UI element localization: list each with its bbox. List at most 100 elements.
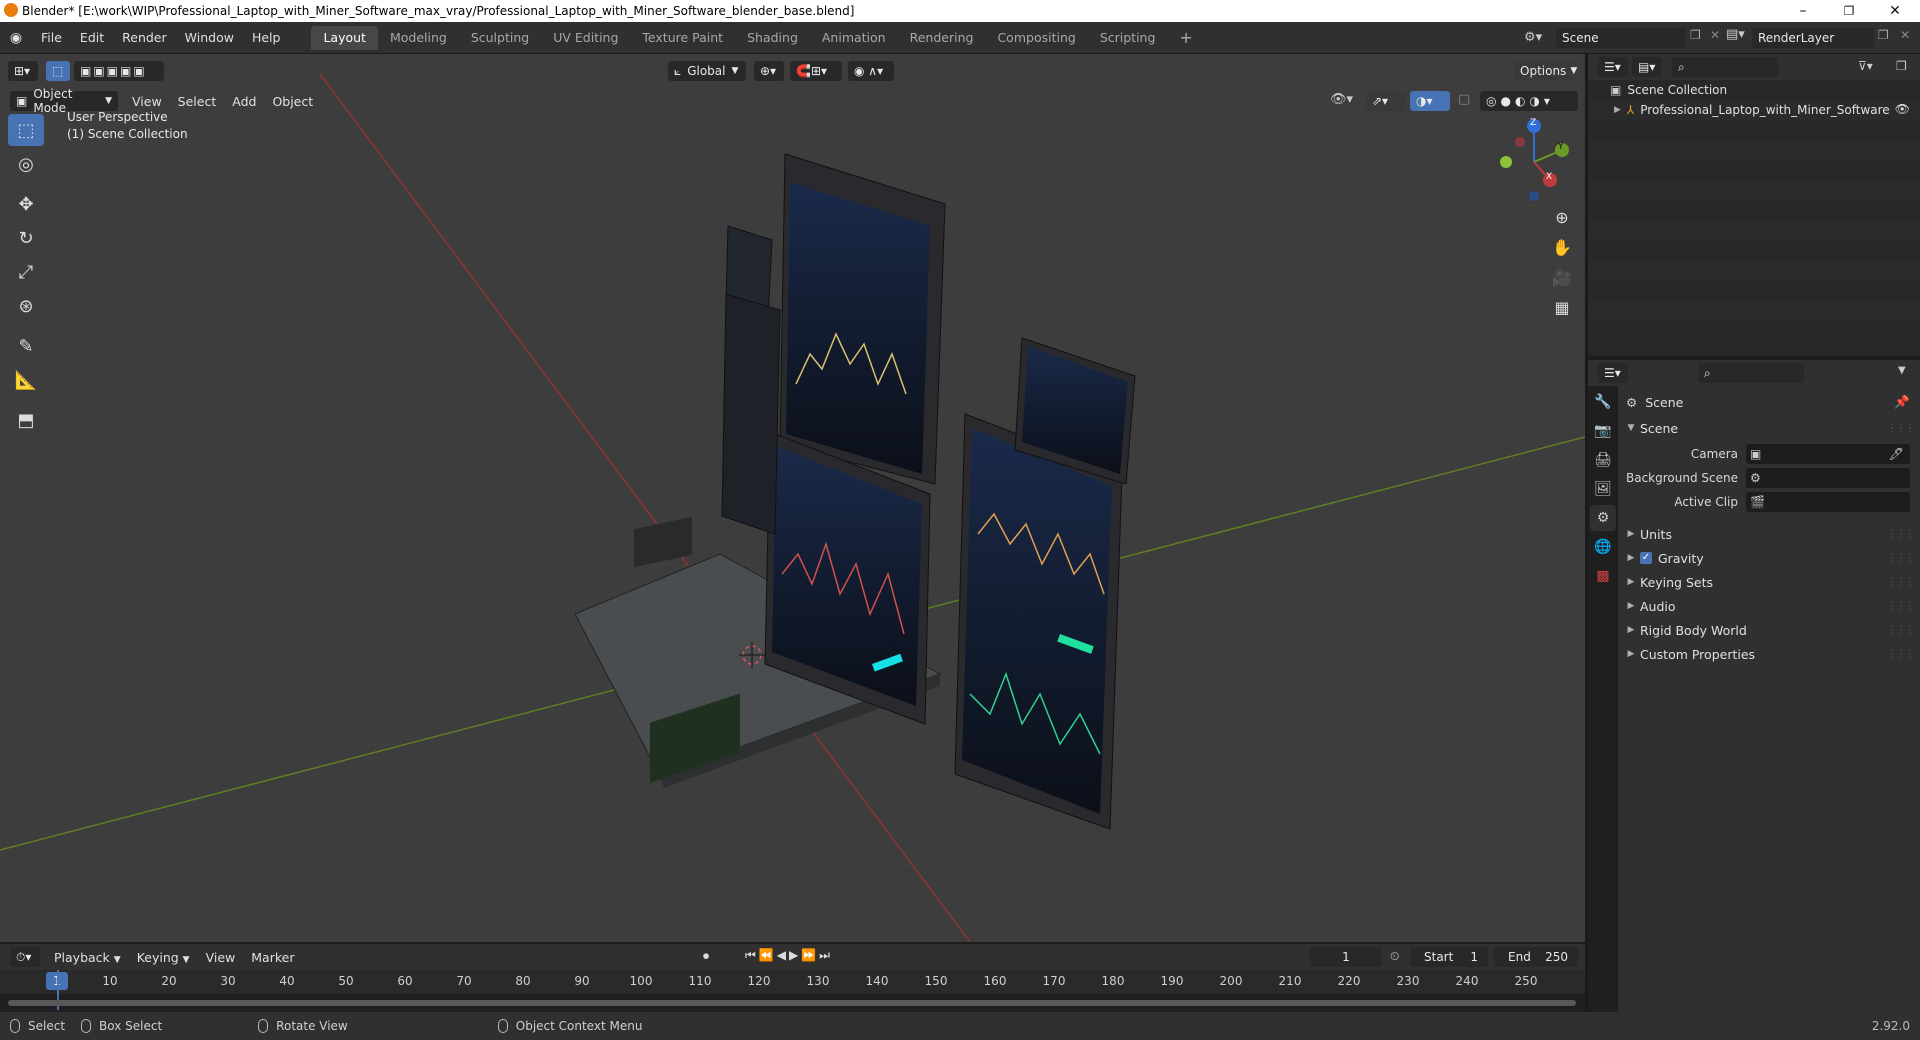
drag-handle-icon[interactable]: ⋮⋮⋮ [1887,649,1915,660]
ortho-grid-icon[interactable]: ▦ [1548,294,1576,322]
add-workspace-button[interactable]: + [1167,26,1204,50]
camera-field[interactable]: ▣ 🖊 [1746,444,1910,464]
camera-view-icon[interactable]: 🎥 [1548,264,1576,292]
menu-edit[interactable]: Edit [71,30,113,45]
visibility-dropdown-icon[interactable]: 👁▾ [1330,92,1353,107]
eye-visibility-icon[interactable]: 👁 [1895,102,1910,116]
scene-panel-header[interactable]: ▼ Scene ⋮⋮⋮ [1618,416,1920,440]
editor-type-button[interactable]: ⊞▾ [8,61,38,81]
render-tab-icon[interactable]: 📷 [1590,418,1616,444]
tab-uv-editing[interactable]: UV Editing [541,26,630,50]
tab-texture-paint[interactable]: Texture Paint [630,26,735,50]
pin-icon[interactable]: 📌 [1894,394,1910,410]
add-cube-tool-icon[interactable]: ⬒ [8,404,44,436]
tab-sculpting[interactable]: Sculpting [459,26,541,50]
drag-handle-icon[interactable]: ⋮⋮⋮ [1887,423,1915,434]
tab-layout[interactable]: Layout [311,25,378,50]
tab-modeling[interactable]: Modeling [378,26,459,50]
scene-name-field[interactable]: Scene [1556,28,1686,48]
tab-shading[interactable]: Shading [735,26,810,50]
menu-file[interactable]: File [32,30,71,45]
selection-mode-buttons[interactable]: ▣▣▣▣▣ [74,61,164,81]
annotate-tool-icon[interactable]: ✎ [8,330,44,362]
properties-editor-type-button[interactable]: ☰▾ [1598,363,1628,383]
end-frame-field[interactable]: End 250 [1494,947,1578,967]
renderlayer-browse-icon[interactable]: ▤▾ [1726,27,1745,42]
viewport-menu-object[interactable]: Object [264,94,321,109]
menu-help[interactable]: Help [243,30,290,45]
rotate-tool-icon[interactable]: ↻ [8,222,44,254]
drag-handle-icon[interactable]: ⋮⋮⋮ [1887,625,1915,636]
gravity-panel-header[interactable]: ▶ ✓ Gravity ⋮⋮⋮ [1618,546,1920,570]
expand-triangle-icon[interactable]: ▶ [1614,105,1621,115]
tab-compositing[interactable]: Compositing [985,26,1087,50]
timeline-menu-marker[interactable]: Marker [243,950,302,965]
cursor-tool-icon[interactable]: ◎ [8,148,44,180]
gravity-checkbox[interactable]: ✓ [1640,552,1652,564]
eyedropper-icon[interactable]: 🖊 [1889,447,1904,461]
viewport-menu-select[interactable]: Select [170,94,225,109]
scene-browse-icon[interactable]: ⚙▾ [1524,27,1554,49]
close-button[interactable]: ✕ [1872,0,1918,22]
renderlayer-name-field[interactable]: RenderLayer [1752,28,1874,48]
background-scene-field[interactable]: ⚙ [1746,468,1910,488]
viewport-menu-add[interactable]: Add [224,94,264,109]
new-scene-icon[interactable]: ❐ [1690,28,1701,42]
timeline-editor-type-button[interactable]: ⏱▾ [10,947,40,967]
timeline-track[interactable] [0,970,1585,1012]
shading-mode-buttons[interactable]: ◎●◐◑▾ [1480,91,1578,111]
viewport-menu-view[interactable]: View [124,94,170,109]
options-dropdown[interactable]: Options ▼ [1514,61,1577,81]
tab-animation[interactable]: Animation [810,26,898,50]
select-tool-button[interactable]: ⬚ [46,61,70,81]
3d-viewport[interactable]: ⊞▾ ⬚ ▣▣▣▣▣ ⟀ Global ▼ ⊕▾ 🧲⊞▾ ◉ ∧▾ Option… [0,54,1585,942]
menu-window[interactable]: Window [176,30,243,45]
transform-tool-icon[interactable]: ⊛ [8,290,44,322]
display-mode-button[interactable]: ▤▾ [1632,57,1662,77]
outliner-search-input[interactable]: ⌕ [1672,57,1778,77]
drag-handle-icon[interactable]: ⋮⋮⋮ [1887,553,1915,564]
current-frame-field[interactable]: 1 [1310,947,1382,967]
start-frame-field[interactable]: Start 1 [1410,947,1488,967]
zoom-icon[interactable]: ⊕ [1548,204,1576,232]
outliner-scene-collection-row[interactable]: ▣ Scene Collection [1588,80,1920,100]
outliner-editor-type-button[interactable]: ☰▾ [1598,57,1628,77]
units-panel-header[interactable]: ▶ Units ⋮⋮⋮ [1618,522,1920,546]
filter-icon[interactable]: ⊽▾ [1858,59,1873,73]
menu-render[interactable]: Render [113,30,176,45]
xray-toggle-icon[interactable]: ▢ [1458,92,1470,107]
timeline-menu-view[interactable]: View [198,950,244,965]
pan-hand-icon[interactable]: ✋ [1548,234,1576,262]
transform-orientation-dropdown[interactable]: ⟀ Global ▼ [668,61,746,81]
minimize-button[interactable]: – [1780,0,1826,22]
timeline-menu-playback[interactable]: Playback ▼ [46,950,129,965]
gizmo-toggle-button[interactable]: ⇗▾ [1366,91,1406,111]
move-tool-icon[interactable]: ✥ [8,188,44,220]
outliner-object-row[interactable]: ▶ ⅄ Professional_Laptop_with_Miner_Softw… [1588,100,1920,120]
restore-button[interactable]: ❐ [1826,0,1872,22]
object-mode-dropdown[interactable]: ▣ Object Mode ▼ [10,87,118,115]
measure-tool-icon[interactable]: 📐 [8,364,44,396]
chevron-down-icon[interactable]: ▼ [1898,365,1906,376]
delete-scene-icon[interactable]: ✕ [1710,28,1720,42]
tool-settings-tab-icon[interactable]: 🔧 [1590,389,1616,415]
scale-tool-icon[interactable]: ⤢ [8,256,44,288]
new-collection-icon[interactable]: ❐ [1896,59,1907,73]
blender-menu-icon[interactable]: ◉ [0,30,32,46]
timeline-menu-keying[interactable]: Keying ▼ [129,950,198,965]
preview-range-icon[interactable]: ⏲ [1390,949,1399,964]
playback-controls[interactable]: ⏮⏪◀▶⏩⏭ [745,948,833,963]
timeline-scrollbar[interactable] [8,1000,1576,1006]
properties-search-input[interactable]: ⌕ [1698,363,1804,383]
world-tab-icon[interactable]: 🌐 [1590,534,1616,560]
proportional-edit-button[interactable]: ◉ ∧▾ [848,61,894,81]
texture-tab-icon[interactable]: ▩ [1590,563,1616,589]
output-tab-icon[interactable]: 🖨 [1590,447,1616,473]
tab-scripting[interactable]: Scripting [1088,26,1168,50]
drag-handle-icon[interactable]: ⋮⋮⋮ [1887,601,1915,612]
audio-panel-header[interactable]: ▶ Audio ⋮⋮⋮ [1618,594,1920,618]
overlay-toggle-button[interactable]: ◑▾ [1410,91,1450,111]
delete-renderlayer-icon[interactable]: ✕ [1900,28,1910,42]
snap-button[interactable]: 🧲⊞▾ [790,61,842,81]
scene-tab-icon[interactable]: ⚙ [1590,505,1616,531]
